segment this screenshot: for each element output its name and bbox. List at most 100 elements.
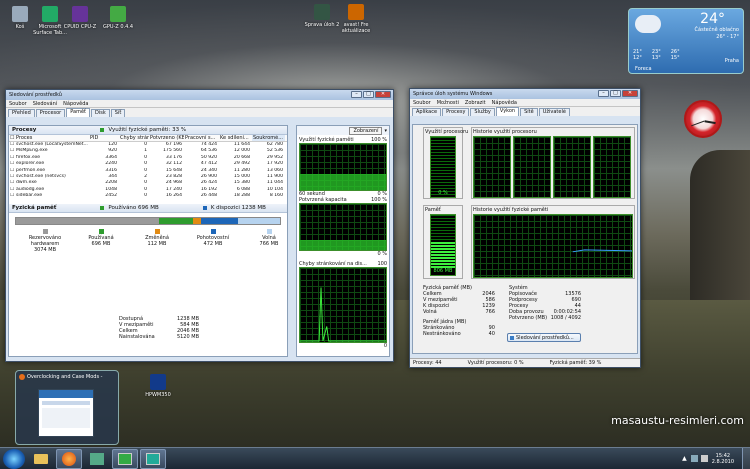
- usage-label: Využití fyzické paměti: 33 %: [108, 127, 187, 133]
- tab-users[interactable]: Uživatelé: [538, 108, 570, 116]
- task-manager-window[interactable]: Správce úloh systému Windows – □ ✕ Soubor …: [409, 88, 641, 368]
- taskbar-app[interactable]: [84, 449, 110, 469]
- tab-disk[interactable]: Disk: [91, 109, 110, 117]
- cpu-core-graph: [513, 136, 551, 198]
- menu-item[interactable]: Nápověda: [63, 101, 88, 107]
- taskbar-taskmgr[interactable]: [140, 448, 166, 469]
- taskbar-thumbnail[interactable]: Overclocking and Case Mods -: [15, 370, 119, 445]
- taskbar-resmon[interactable]: [112, 448, 138, 469]
- memory-label: Paměť: [425, 207, 441, 213]
- resmon-graphs-pane: Zobrazení ▾ Využití fyzické paměti 100 % …: [296, 125, 390, 357]
- memory-bar-reserved: [16, 217, 159, 224]
- tab-networking[interactable]: Sítě: [520, 108, 538, 116]
- memory-meter: 806 MB: [430, 214, 456, 276]
- stat-key: Nestránkováno: [423, 331, 461, 337]
- clock-gadget[interactable]: [684, 100, 722, 138]
- column-header[interactable]: Soukromé...: [252, 135, 285, 141]
- memory-history-line: [572, 249, 632, 253]
- menu-item[interactable]: Sledování: [33, 101, 57, 107]
- status-bar: Procesy: 44 Využití procesoru: 0 % Fyzic…: [410, 358, 640, 367]
- tray-volume-icon[interactable]: [700, 455, 708, 462]
- maximize-button[interactable]: □: [363, 91, 374, 98]
- menu-item[interactable]: Nápověda: [492, 100, 517, 106]
- monitor-icon: [118, 452, 132, 465]
- tray-network-icon[interactable]: [690, 455, 698, 462]
- system-stats: Systém Popisovače 13576 Podprocesy 690 Pro…: [509, 285, 581, 321]
- taskbar-firefox[interactable]: [56, 448, 82, 469]
- legend-value: 3074 MB: [33, 246, 57, 253]
- taskmgr-titlebar[interactable]: Správce úloh systému Windows – □ ✕: [410, 89, 640, 99]
- weather-gadget[interactable]: 24° Částečně oblačno 26° - 17° Praha 21°…: [628, 8, 744, 74]
- memory-stats: Dostupná 1238 MB V mezipaměti 584 MB Celke…: [119, 316, 199, 340]
- desktop-icon-gpuz[interactable]: GPU-Z 0.4.4: [98, 6, 138, 30]
- tab-performance[interactable]: Výkon: [495, 107, 520, 116]
- menu-bar: Soubor Možnosti Zobrazit Nápověda: [410, 99, 640, 107]
- menu-item[interactable]: Soubor: [9, 101, 27, 107]
- app-icon: [314, 4, 330, 20]
- memory-history-box: Historie využití fyzické paměti: [471, 205, 635, 279]
- maximize-button[interactable]: □: [610, 90, 621, 97]
- menu-item[interactable]: Možnosti: [437, 100, 459, 106]
- column-header[interactable]: Chyby stránky: [119, 135, 149, 141]
- tab-services[interactable]: Služby: [470, 108, 495, 116]
- performance-pane: Využití procesoru 0 % Historie využití p…: [412, 124, 638, 354]
- legend-item: Rezervováno hardwarem 3074 MB: [27, 228, 63, 253]
- window-title: Sledování prostředků: [9, 92, 62, 98]
- column-header[interactable]: Ke sdílení...: [219, 135, 252, 141]
- processes-section-header[interactable]: Procesy Využití fyzické paměti: 33 %: [9, 126, 287, 135]
- menu-item[interactable]: Zobrazit: [465, 100, 486, 106]
- tab-cpu[interactable]: Procesor: [35, 109, 66, 117]
- menu-item[interactable]: Soubor: [413, 100, 431, 106]
- memory-bar-modified: [192, 217, 201, 224]
- weather-desc: Částečně oblačno: [694, 27, 739, 33]
- column-header[interactable]: Potvrzeno (KB): [149, 135, 184, 141]
- memory-history-graph: [473, 214, 633, 278]
- tab-processes[interactable]: Procesy: [442, 108, 470, 116]
- column-header[interactable]: Proces: [15, 135, 89, 141]
- close-button[interactable]: ✕: [375, 91, 391, 98]
- memory-bar-standby: [200, 217, 238, 224]
- stat-value: 766: [485, 309, 495, 315]
- weather-source: Foreca: [635, 66, 652, 72]
- status-cpu: Využití procesoru: 0 %: [467, 360, 524, 366]
- tab-memory[interactable]: Paměť: [66, 108, 91, 117]
- hard-faults-line: [300, 287, 386, 342]
- tab-overview[interactable]: Přehled: [8, 109, 35, 117]
- recycle-bin-icon: [12, 6, 28, 22]
- close-button[interactable]: ✕: [622, 90, 638, 97]
- view-header: Zobrazení ▾: [297, 126, 389, 135]
- clock[interactable]: 15:42 2.8.2010: [712, 453, 734, 465]
- memory-bar: [15, 216, 281, 225]
- taskbar-explorer[interactable]: [28, 449, 54, 469]
- window-title: Správce úloh systému Windows: [413, 91, 493, 97]
- stat-value: 5120 MB: [176, 334, 199, 340]
- status-memory: Fyzická paměť: 39 %: [549, 360, 602, 366]
- desktop-icon-avast[interactable]: avast! Fre aktuálizace: [336, 4, 376, 34]
- resource-monitor-window[interactable]: Sledování prostředků – □ ✕ Soubor Sledován…: [5, 89, 394, 362]
- physical-memory-section-header[interactable]: Fyzická paměť Používáno 696 MB K dispozi…: [9, 203, 287, 213]
- minimize-button[interactable]: –: [598, 90, 609, 97]
- thumbnail-preview: [38, 389, 94, 437]
- minimize-button[interactable]: –: [351, 91, 362, 98]
- table-row[interactable]: ☐ sidebar.exe 2452 0 16 264 26 448 18 288 8 160: [9, 193, 287, 199]
- stat-key: Potvrzeno (MB): [509, 315, 548, 321]
- resource-monitor-button[interactable]: Sledování prostředků...: [507, 333, 581, 342]
- start-button[interactable]: [3, 448, 25, 469]
- monitor-icon: [146, 452, 160, 465]
- table-cell: 8 160: [269, 193, 283, 199]
- tab-network[interactable]: Síť: [110, 109, 126, 117]
- column-header[interactable]: Pracovní s...: [184, 135, 219, 141]
- desktop-icon-cpuz[interactable]: CPUID CPU-Z: [60, 6, 100, 30]
- tab-applications[interactable]: Aplikace: [412, 108, 442, 116]
- show-desktop-button[interactable]: [742, 447, 750, 469]
- table-cell: 2452: [105, 193, 117, 199]
- memory-value: 806 MB: [431, 268, 455, 274]
- cpu-usage-box: Využití procesoru 0 %: [423, 127, 468, 199]
- tray-arrow-icon[interactable]: ▲: [682, 455, 687, 462]
- resmon-titlebar[interactable]: Sledování prostředků – □ ✕: [6, 90, 393, 100]
- view-dropdown[interactable]: Zobrazení: [349, 126, 383, 135]
- column-header[interactable]: PID: [89, 135, 119, 141]
- cpu-core-graph: [553, 136, 591, 198]
- memory-history-label: Historie využití fyzické paměti: [473, 207, 549, 213]
- desktop-icon-hpwm[interactable]: HPWM350: [138, 374, 178, 398]
